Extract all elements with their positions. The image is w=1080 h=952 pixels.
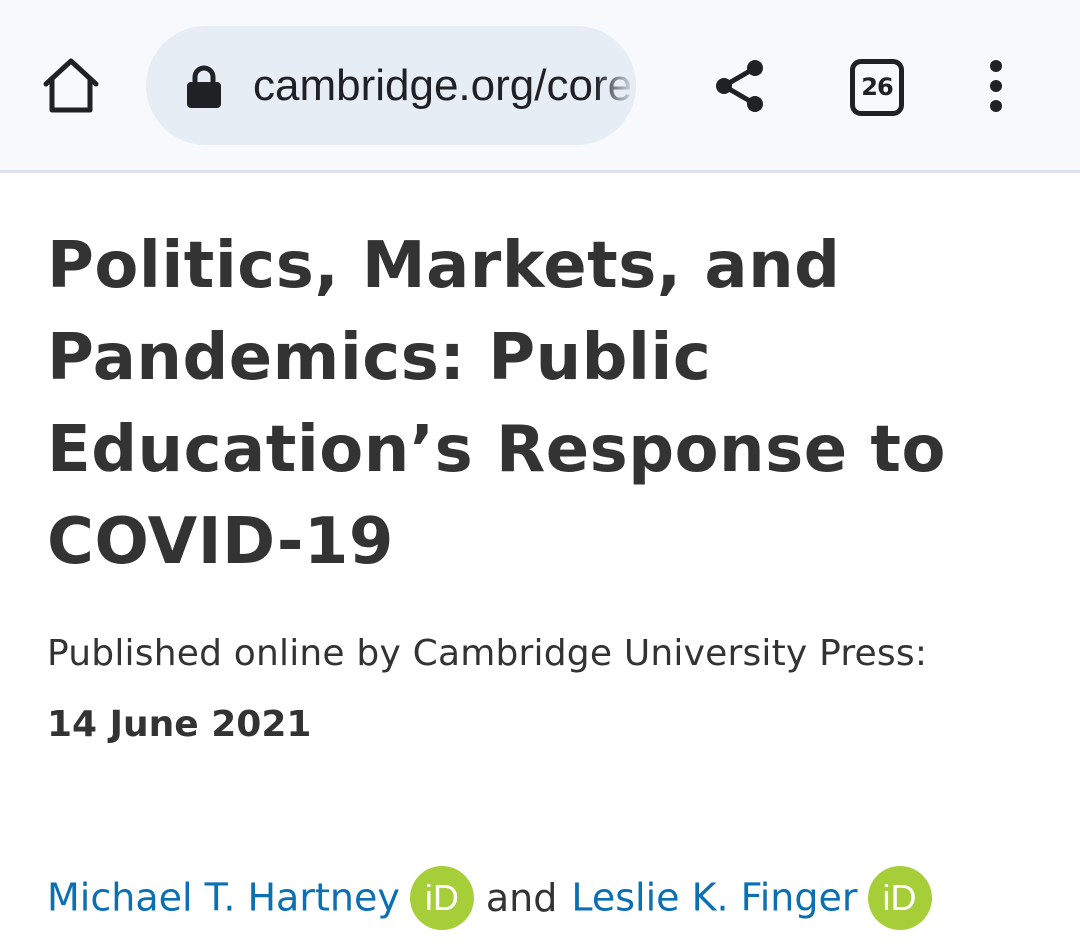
author-conjunction: and (485, 875, 558, 920)
orcid-icon[interactable]: iD (867, 865, 932, 930)
author-list: Michael T. Hartney iD and Leslie K. Finger i… (47, 862, 932, 930)
share-icon (716, 60, 763, 112)
published-date: 14 June 2021 (47, 704, 312, 745)
browser-toolbar: cambridge.org/core/journals/perspectives… (0, 0, 1080, 173)
tab-switcher-icon: 26 (850, 59, 904, 116)
url-fade (596, 26, 636, 145)
tab-count: 26 (861, 73, 893, 101)
tab-switcher-button[interactable]: 26 (846, 56, 906, 116)
overflow-menu-button[interactable] (968, 56, 1024, 116)
author-link-hartney[interactable]: Michael T. Hartney (47, 876, 400, 920)
url-bar[interactable]: cambridge.org/core/journals/perspectives… (146, 26, 636, 145)
share-button[interactable] (710, 56, 770, 116)
article-header: Politics, Markets, and Pandemics: Public… (47, 220, 1047, 930)
article-title: Politics, Markets, and Pandemics: Public… (47, 229, 946, 579)
overflow-menu-icon (990, 60, 1002, 112)
url-text[interactable]: cambridge.org/core/journals/perspectives… (253, 26, 633, 145)
lock-icon (187, 65, 221, 108)
home-icon (43, 58, 99, 113)
orcid-icon[interactable]: iD (409, 865, 474, 930)
published-label: Published online by Cambridge University… (47, 633, 928, 674)
author-link-finger[interactable]: Leslie K. Finger (571, 876, 857, 920)
home-button[interactable] (38, 52, 104, 118)
